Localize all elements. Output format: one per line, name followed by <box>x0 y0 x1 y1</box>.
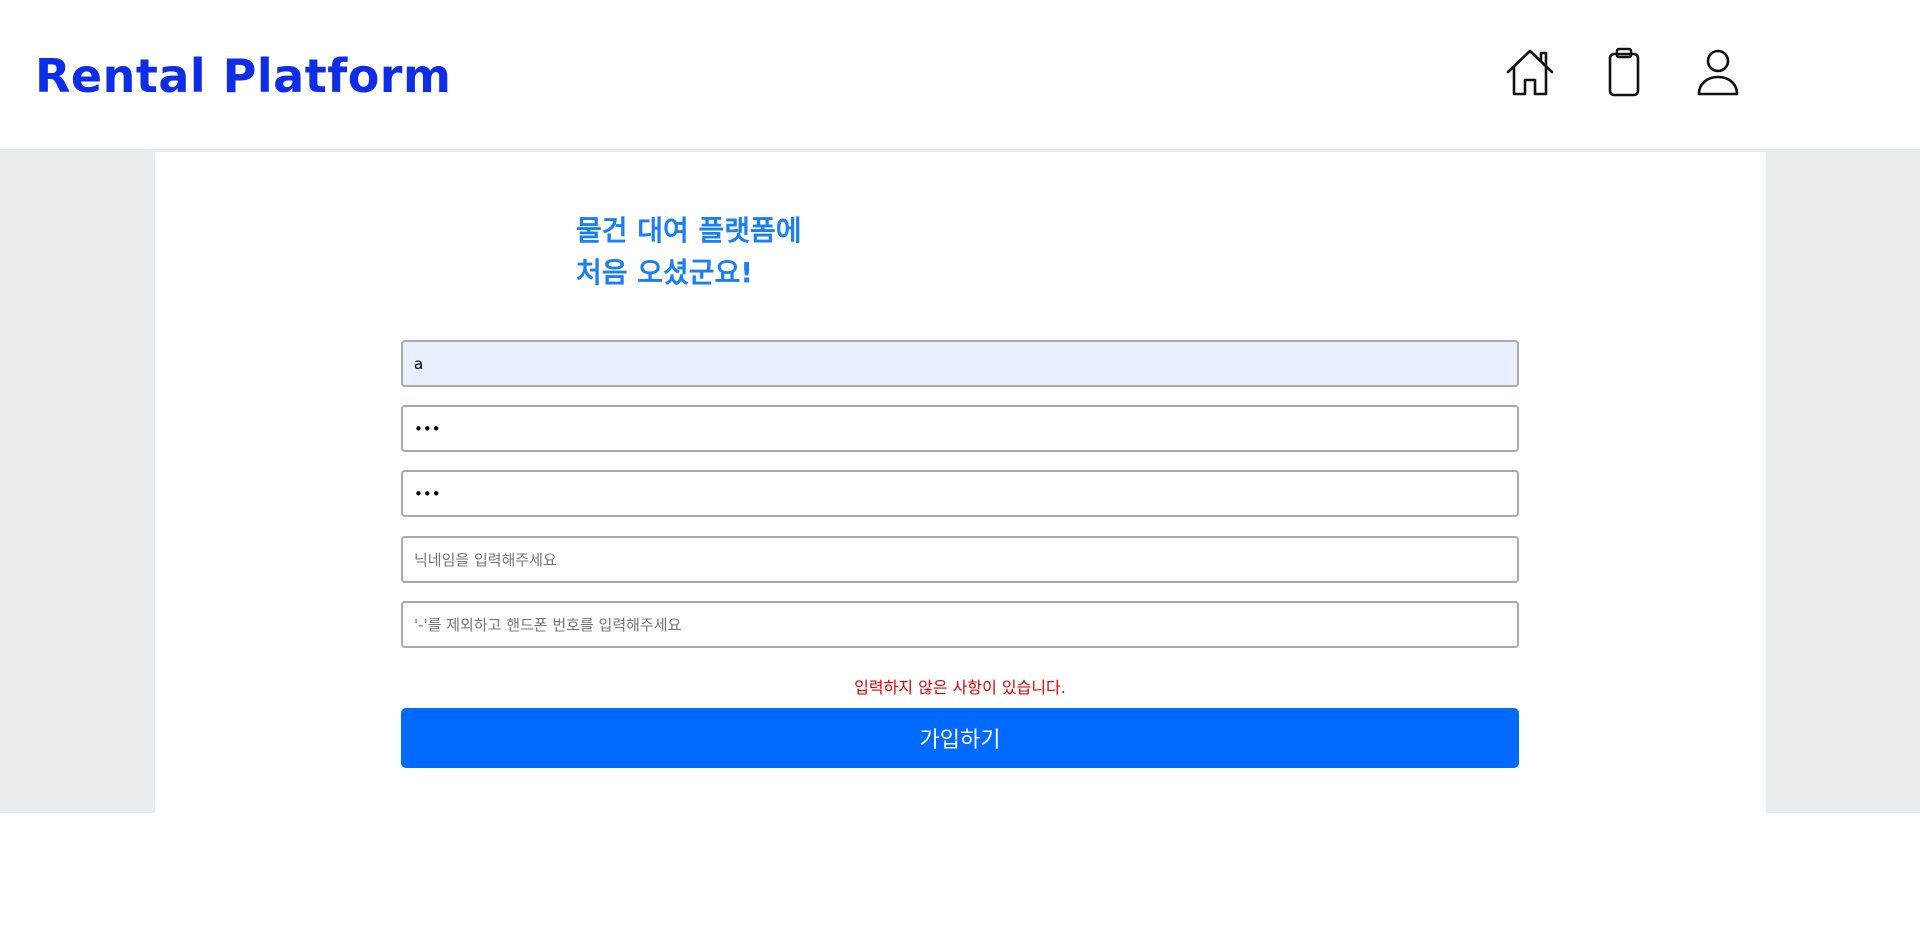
home-icon[interactable] <box>1502 44 1558 100</box>
password-confirm-input[interactable] <box>401 470 1519 517</box>
signup-title-line1: 물건 대여 플랫폼에 <box>576 214 802 247</box>
phone-input[interactable] <box>401 601 1519 648</box>
signup-button[interactable]: 가입하기 <box>401 708 1519 768</box>
error-message: 입력하지 않은 사항이 있습니다. <box>854 678 1066 697</box>
brand-logo[interactable]: Rental Platform <box>35 46 451 106</box>
id-input[interactable] <box>401 340 1519 387</box>
clipboard-icon[interactable] <box>1596 44 1652 100</box>
user-icon[interactable] <box>1690 44 1746 100</box>
nickname-input[interactable] <box>401 536 1519 583</box>
password-input[interactable] <box>401 405 1519 452</box>
signup-title-line2: 처음 오셨군요! <box>576 256 754 289</box>
signup-title: 물건 대여 플랫폼에 처음 오셨군요! <box>576 210 802 294</box>
top-header: Rental Platform <box>0 0 1920 152</box>
